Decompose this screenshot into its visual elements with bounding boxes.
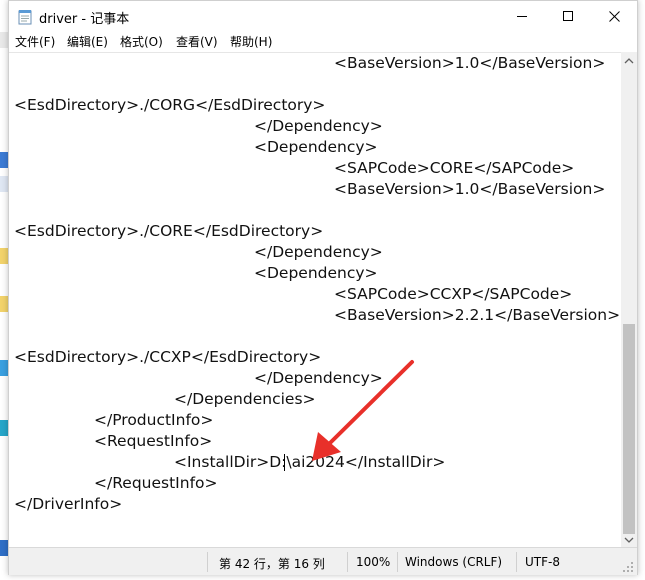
encoding: UTF-8 xyxy=(525,555,560,569)
minimize-icon xyxy=(517,16,527,17)
text-line: <EsdDirectory>./CCXP</EsdDirectory> xyxy=(14,348,322,366)
line-ending: Windows (CRLF) xyxy=(405,555,503,569)
minimize-button[interactable] xyxy=(499,1,545,31)
desktop-icon-fragment xyxy=(0,296,8,312)
scroll-down-icon[interactable] xyxy=(624,536,634,544)
menu-format[interactable]: 格式(O) xyxy=(120,33,163,50)
text-line: </Dependencies> xyxy=(174,390,316,408)
title-bar[interactable]: driver - 记事本 xyxy=(9,1,637,31)
cursor-position: 第 42 行，第 16 列 xyxy=(219,557,325,571)
text-line: <BaseVersion>2.2.1</BaseVersion> xyxy=(334,306,621,324)
text-line: <BaseVersion>1.0</BaseVersion> xyxy=(334,54,606,72)
resize-grip-icon[interactable] xyxy=(621,560,635,574)
status-bar: 第 42 行，第 16 列 100% Windows (CRLF) UTF-8 xyxy=(9,547,637,575)
desktop-icon-fragment xyxy=(0,360,8,376)
desktop-icon-fragment xyxy=(0,420,8,436)
text-line: <InstallDir>D:\ai2024</InstallDir> xyxy=(174,453,446,471)
desktop-icon-fragment xyxy=(0,540,8,556)
vertical-scrollbar[interactable] xyxy=(621,52,637,547)
menu-bar: 文件(F) 编辑(E) 格式(O) 查看(V) 帮助(H) xyxy=(9,31,637,52)
desktop-icon-fragment xyxy=(0,32,8,48)
text-line: <RequestInfo> xyxy=(94,432,213,450)
text-line: <BaseVersion>1.0</BaseVersion> xyxy=(334,180,606,198)
notepad-window: driver - 记事本 文件(F) 编辑(E) 格式(O) 查看(V) 帮助(… xyxy=(8,0,638,575)
text-editor[interactable]: <BaseVersion>1.0</BaseVersion> <EsdDirect… xyxy=(9,52,621,547)
desktop-icon-fragment xyxy=(0,152,8,168)
text-line: <Dependency> xyxy=(254,138,378,156)
window-title: driver - 记事本 xyxy=(39,12,130,27)
menu-view[interactable]: 查看(V) xyxy=(176,33,218,50)
text-line: </DriverInfo> xyxy=(14,495,123,513)
desktop-background xyxy=(0,0,8,580)
close-button[interactable] xyxy=(591,1,637,31)
text-line: <Dependency> xyxy=(254,264,378,282)
menu-help[interactable]: 帮助(H) xyxy=(230,33,272,50)
scrollbar-thumb[interactable] xyxy=(623,324,635,534)
text-line: </Dependency> xyxy=(254,243,383,261)
status-divider xyxy=(207,552,208,572)
maximize-icon xyxy=(563,11,573,21)
status-divider xyxy=(347,552,348,572)
text-line: </Dependency> xyxy=(254,369,383,387)
notepad-icon xyxy=(18,10,32,25)
text-line: <EsdDirectory>./CORG</EsdDirectory> xyxy=(14,96,326,114)
menu-edit[interactable]: 编辑(E) xyxy=(67,33,108,50)
text-caret xyxy=(284,454,285,471)
desktop-icon-fragment xyxy=(0,248,8,264)
zoom-level: 100% xyxy=(356,555,391,569)
status-divider xyxy=(516,552,517,572)
text-line: <EsdDirectory>./CORE</EsdDirectory> xyxy=(14,222,324,240)
text-line: </ProductInfo> xyxy=(94,411,214,429)
text-line: </Dependency> xyxy=(254,117,383,135)
text-line: <SAPCode>CCXP</SAPCode> xyxy=(334,285,573,303)
maximize-button[interactable] xyxy=(545,1,591,31)
status-divider xyxy=(397,552,398,572)
scroll-up-icon[interactable] xyxy=(624,57,634,65)
desktop-icon-fragment xyxy=(0,176,8,192)
menu-file[interactable]: 文件(F) xyxy=(15,33,55,50)
text-line: <SAPCode>CORE</SAPCode> xyxy=(334,159,575,177)
close-icon xyxy=(608,10,620,22)
text-line: </RequestInfo> xyxy=(94,474,218,492)
